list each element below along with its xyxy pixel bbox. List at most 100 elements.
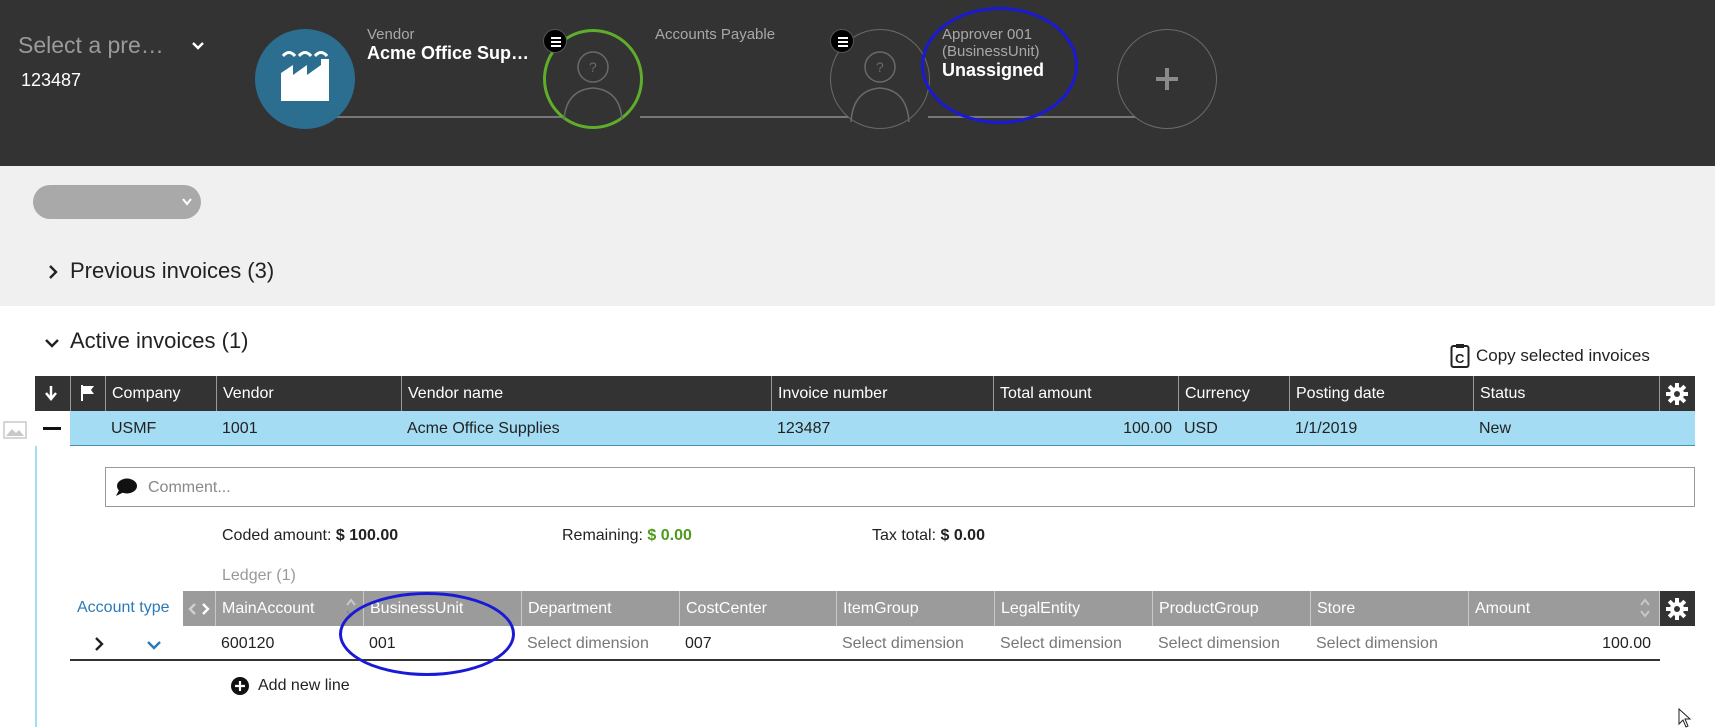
column-legal-entity[interactable]: LegalEntity bbox=[994, 591, 1152, 626]
column-status[interactable]: Status bbox=[1473, 376, 1659, 411]
column-department[interactable]: Department bbox=[521, 591, 679, 626]
expand-columns-icon bbox=[188, 603, 210, 615]
svg-text:?: ? bbox=[589, 59, 597, 75]
tax-total-label: Tax total: bbox=[872, 527, 937, 544]
coded-amount-value: $ 100.00 bbox=[335, 527, 399, 544]
cell-status: New bbox=[1479, 420, 1512, 437]
menu-icon bbox=[551, 37, 561, 47]
column-posting-date[interactable]: Posting date bbox=[1289, 376, 1473, 411]
tax-total-value: $ 0.00 bbox=[940, 527, 985, 544]
cell-product-group[interactable]: Select dimension bbox=[1152, 626, 1280, 661]
view-dropdown[interactable] bbox=[33, 185, 201, 219]
remaining-amount: Remaining: $ 0.00 bbox=[562, 527, 692, 545]
column-currency[interactable]: Currency bbox=[1178, 376, 1289, 411]
flag-icon bbox=[81, 385, 94, 401]
column-amount[interactable]: Amount bbox=[1468, 591, 1659, 626]
column-total-amount[interactable]: Total amount bbox=[993, 376, 1178, 411]
svg-text:C: C bbox=[1455, 351, 1465, 366]
column-business-unit[interactable]: BusinessUnit bbox=[363, 591, 521, 626]
flag-column[interactable] bbox=[70, 376, 105, 411]
column-amount-label: Amount bbox=[1475, 600, 1531, 617]
column-product-group[interactable]: ProductGroup bbox=[1152, 591, 1310, 626]
comment-field[interactable]: Comment... bbox=[105, 467, 1695, 507]
invoice-row[interactable]: USMF 1001 Acme Office Supplies 123487 10… bbox=[70, 411, 1695, 446]
cell-vendor-name: Acme Office Supplies bbox=[407, 420, 560, 437]
factory-icon bbox=[281, 51, 329, 101]
previous-invoices-header[interactable]: Previous invoices (3) bbox=[70, 258, 274, 284]
clipboard-icon: C bbox=[1450, 344, 1470, 368]
column-main-account-label: MainAccount bbox=[222, 600, 315, 617]
document-number: 123487 bbox=[21, 70, 82, 90]
vendor-caption: Vendor bbox=[367, 26, 415, 43]
chevron-down-icon[interactable] bbox=[190, 38, 206, 54]
gear-icon bbox=[1666, 598, 1688, 620]
gear-icon bbox=[1666, 383, 1688, 405]
flow-connector bbox=[928, 116, 1148, 118]
cell-total-amount: 100.00 bbox=[1123, 420, 1172, 437]
cell-department[interactable]: Select dimension bbox=[521, 626, 649, 661]
chevron-right-icon[interactable] bbox=[93, 636, 105, 652]
sort-down-icon[interactable] bbox=[43, 385, 59, 403]
column-vendor[interactable]: Vendor bbox=[216, 376, 401, 411]
chevron-right-icon[interactable] bbox=[46, 263, 60, 281]
chevron-down-icon bbox=[182, 198, 192, 206]
remaining-label: Remaining: bbox=[562, 527, 643, 544]
column-cost-center[interactable]: CostCenter bbox=[679, 591, 836, 626]
filter-band bbox=[0, 166, 1715, 306]
column-item-group[interactable]: ItemGroup bbox=[836, 591, 994, 626]
add-new-line-button[interactable]: Add new line bbox=[230, 676, 350, 696]
vendor-node[interactable] bbox=[255, 29, 355, 129]
collapse-row-icon[interactable] bbox=[42, 426, 62, 432]
cell-amount[interactable]: 100.00 bbox=[1468, 626, 1659, 661]
cell-main-account[interactable]: 600120 bbox=[215, 626, 274, 661]
ledger-tab[interactable]: Ledger (1) bbox=[222, 567, 296, 585]
column-invoice-number[interactable]: Invoice number bbox=[771, 376, 993, 411]
column-resize-handle[interactable] bbox=[183, 591, 215, 626]
add-step-button[interactable] bbox=[1117, 29, 1217, 129]
cell-posting-date: 1/1/2019 bbox=[1295, 420, 1358, 437]
coded-amount: Coded amount: $ 100.00 bbox=[222, 527, 398, 545]
cell-invoice-number: 123487 bbox=[777, 420, 831, 437]
add-new-line-label: Add new line bbox=[258, 677, 350, 694]
column-main-account[interactable]: MainAccount bbox=[215, 591, 363, 626]
ap-caption: Accounts Payable bbox=[655, 26, 776, 43]
invoice-grid-header: Company Vendor Vendor name Invoice numbe… bbox=[35, 376, 1695, 411]
cell-legal-entity[interactable]: Select dimension bbox=[994, 626, 1122, 661]
ledger-settings-button[interactable] bbox=[1659, 591, 1695, 626]
add-circle-icon bbox=[231, 677, 249, 695]
column-company[interactable]: Company bbox=[105, 376, 216, 411]
column-store[interactable]: Store bbox=[1310, 591, 1468, 626]
node-menu-button[interactable] bbox=[543, 29, 567, 53]
cell-item-group[interactable]: Select dimension bbox=[836, 626, 964, 661]
chevron-down-icon[interactable] bbox=[146, 639, 162, 651]
ledger-row[interactable]: 600120 001 Select dimension 007 Select d… bbox=[70, 626, 1660, 661]
cell-cost-center[interactable]: 007 bbox=[679, 626, 712, 661]
cell-store[interactable]: Select dimension bbox=[1310, 626, 1438, 661]
tax-total: Tax total: $ 0.00 bbox=[872, 527, 985, 545]
preset-select[interactable]: Select a pre… bbox=[18, 32, 164, 59]
chevron-down-icon[interactable] bbox=[43, 336, 61, 350]
flow-connector bbox=[640, 116, 860, 118]
approver-status: Unassigned bbox=[942, 60, 1045, 80]
column-vendor-name[interactable]: Vendor name bbox=[401, 376, 771, 411]
plus-icon bbox=[1156, 68, 1178, 90]
speech-bubble-icon bbox=[116, 478, 137, 496]
svg-text:?: ? bbox=[876, 59, 884, 75]
vendor-name: Acme Office Sup… bbox=[367, 43, 530, 63]
sort-icon bbox=[1640, 598, 1650, 618]
comment-placeholder: Comment... bbox=[148, 479, 231, 496]
cell-company: USMF bbox=[111, 420, 157, 437]
sort-icon bbox=[346, 598, 356, 618]
mouse-cursor-icon bbox=[1678, 708, 1692, 728]
copy-invoices-button[interactable]: C Copy selected invoices bbox=[1450, 343, 1650, 369]
cell-business-unit[interactable]: 001 bbox=[363, 626, 396, 661]
account-type-link[interactable]: Account type bbox=[77, 599, 170, 617]
active-invoices-header[interactable]: Active invoices (1) bbox=[70, 328, 249, 354]
approver-dimension: (BusinessUnit) bbox=[942, 43, 1040, 60]
remaining-value: $ 0.00 bbox=[647, 527, 692, 544]
grid-settings-button[interactable] bbox=[1659, 376, 1695, 411]
node-menu-button[interactable] bbox=[830, 29, 854, 53]
cell-vendor: 1001 bbox=[222, 420, 258, 437]
copy-invoices-label: Copy selected invoices bbox=[1476, 346, 1650, 365]
image-placeholder-icon[interactable] bbox=[3, 421, 27, 439]
